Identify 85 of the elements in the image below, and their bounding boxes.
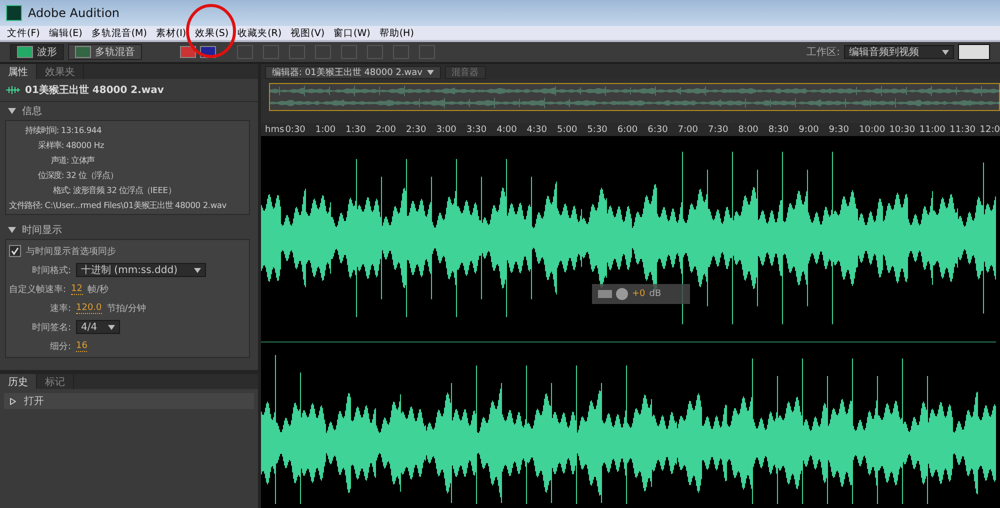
- menu-item[interactable]: 文件(F): [4, 26, 46, 40]
- signature-dropdown[interactable]: 4/4: [76, 320, 120, 334]
- app-logo-icon: [6, 5, 22, 21]
- workspace-label: 工作区:: [806, 46, 840, 59]
- volume-hud[interactable]: +0 dB: [592, 284, 690, 304]
- editor-tab[interactable]: 编辑器: 01美猴王出世 48000 2.wav: [265, 66, 440, 79]
- subdivision-value[interactable]: 16: [76, 340, 88, 352]
- ruler-label: 4:30: [526, 125, 548, 135]
- frame-rate-unit: 帧/秒: [88, 284, 109, 296]
- workspace-dropdown[interactable]: 编辑音频到视频: [844, 45, 954, 59]
- spectrum-icon[interactable]: [180, 46, 196, 58]
- sync-checkbox[interactable]: [9, 245, 21, 257]
- view-icon: [17, 46, 33, 58]
- ruler-label: 11:30: [950, 125, 976, 135]
- panel-tab[interactable]: 历史: [0, 374, 37, 389]
- ruler-label: 6:00: [617, 125, 638, 135]
- disclosure-icon: [8, 226, 16, 234]
- ruler-label: 8:30: [768, 125, 789, 135]
- section-header[interactable]: 时间显示: [0, 221, 258, 239]
- tempo-label: 速率:: [48, 302, 71, 314]
- ruler-label: 5:00: [557, 125, 578, 135]
- volume-knob[interactable]: [616, 288, 628, 300]
- window-title: Adobe Audition: [28, 6, 120, 20]
- ruler-label: 7:00: [678, 125, 698, 135]
- volume-unit: dB: [649, 289, 662, 299]
- format-dropdown[interactable]: 十进制 (mm:ss.ddd): [76, 263, 206, 277]
- menu-item[interactable]: 视图(V): [288, 26, 331, 40]
- menu-item[interactable]: 收藏夹(R): [234, 26, 288, 40]
- ruler-label: 4:00: [496, 125, 517, 135]
- ruler-label: hms: [265, 125, 284, 135]
- ruler-label: 1:30: [346, 125, 366, 135]
- info-row-text: 持续时间: 13:16.944: [24, 124, 103, 136]
- ruler-label: 12:0: [980, 125, 1000, 135]
- section-header[interactable]: 信息: [0, 102, 258, 120]
- ruler-label: 6:30: [648, 125, 668, 135]
- view-button[interactable]: 多轨混音: [68, 44, 142, 60]
- file-name: 01美猴王出世 48000 2.wav: [25, 83, 164, 97]
- format-label: 时间格式:: [30, 264, 71, 276]
- frame-rate-value[interactable]: 12: [71, 284, 82, 294]
- volume-value[interactable]: +0: [632, 289, 646, 299]
- view-button[interactable]: 波形: [10, 44, 64, 60]
- ruler-label: 9:00: [798, 125, 819, 135]
- ruler-label: 8:00: [738, 125, 758, 135]
- play-icon: [10, 398, 16, 404]
- ruler-label: 1:00: [315, 125, 336, 135]
- waveform-icon: [6, 86, 20, 94]
- ruler-label: 9:30: [828, 125, 850, 135]
- ruler-label: 3:30: [466, 125, 487, 135]
- ruler-label: 2:00: [376, 125, 396, 135]
- ruler-label: 10:00: [859, 125, 885, 135]
- menu-item[interactable]: 帮助(H): [376, 26, 420, 40]
- ruler-label: 2:30: [406, 125, 426, 135]
- sync-label: 与时间显示首选项同步: [26, 246, 116, 258]
- info-row-text: 采样率: 48000 Hz: [37, 139, 106, 151]
- info-row-text: 文件路径: C:\User...rmed Files\01美猴王出世 48000 2.wav: [9, 199, 228, 211]
- tempo-unit: 节拍/分钟: [106, 302, 146, 314]
- view-icon: [75, 46, 91, 58]
- menu-item[interactable]: 编辑(E): [46, 26, 88, 40]
- caret-icon: [942, 50, 949, 54]
- disclosure-icon: [8, 107, 16, 115]
- menu-item[interactable]: 多轨混音(M): [88, 26, 153, 40]
- search-field[interactable]: [958, 44, 990, 60]
- info-row-text: 位深度: 32 位（浮点）: [37, 169, 119, 181]
- panel-tab[interactable]: 属性: [0, 64, 37, 79]
- ruler-label: 3:00: [436, 125, 456, 135]
- menu-item[interactable]: 窗口(W): [330, 26, 376, 40]
- ruler-label: 11:00: [919, 125, 946, 135]
- time-ruler[interactable]: hms0:30 1:00 1:30 2:00 2:30 3:00 3:30 4:00 4:30 5:00 5:30 6:00 6:30 7:00 7:30 8:00 8:30 9:00 9:30 10:00 10:30 11:00 11:30 12:0: [261, 123, 1000, 136]
- caret-icon: [426, 70, 434, 75]
- caret-icon: [194, 268, 201, 272]
- ruler-label: 7:30: [708, 125, 728, 135]
- caret-icon: [108, 324, 115, 330]
- ruler-label: 0:30: [285, 125, 306, 135]
- info-row-text: 格式: 波形音频 32 位浮点（IEEE）: [52, 184, 177, 196]
- history-item[interactable]: 打开: [4, 393, 254, 409]
- waveform-area[interactable]: +0 dB: [261, 136, 1000, 508]
- menu-item[interactable]: 素材(I): [152, 26, 192, 40]
- tempo-value[interactable]: 120.0: [76, 302, 102, 314]
- frame-rate-label: 自定义帧速率:: [9, 284, 66, 296]
- subdivision-label: 细分:: [48, 340, 71, 352]
- signature-label: 时间签名:: [30, 322, 71, 334]
- ruler-label: 5:30: [587, 125, 608, 135]
- annotation-ellipse: [186, 4, 236, 58]
- ruler-label: 10:30: [889, 125, 916, 135]
- info-row-text: 声道: 立体声: [50, 154, 96, 166]
